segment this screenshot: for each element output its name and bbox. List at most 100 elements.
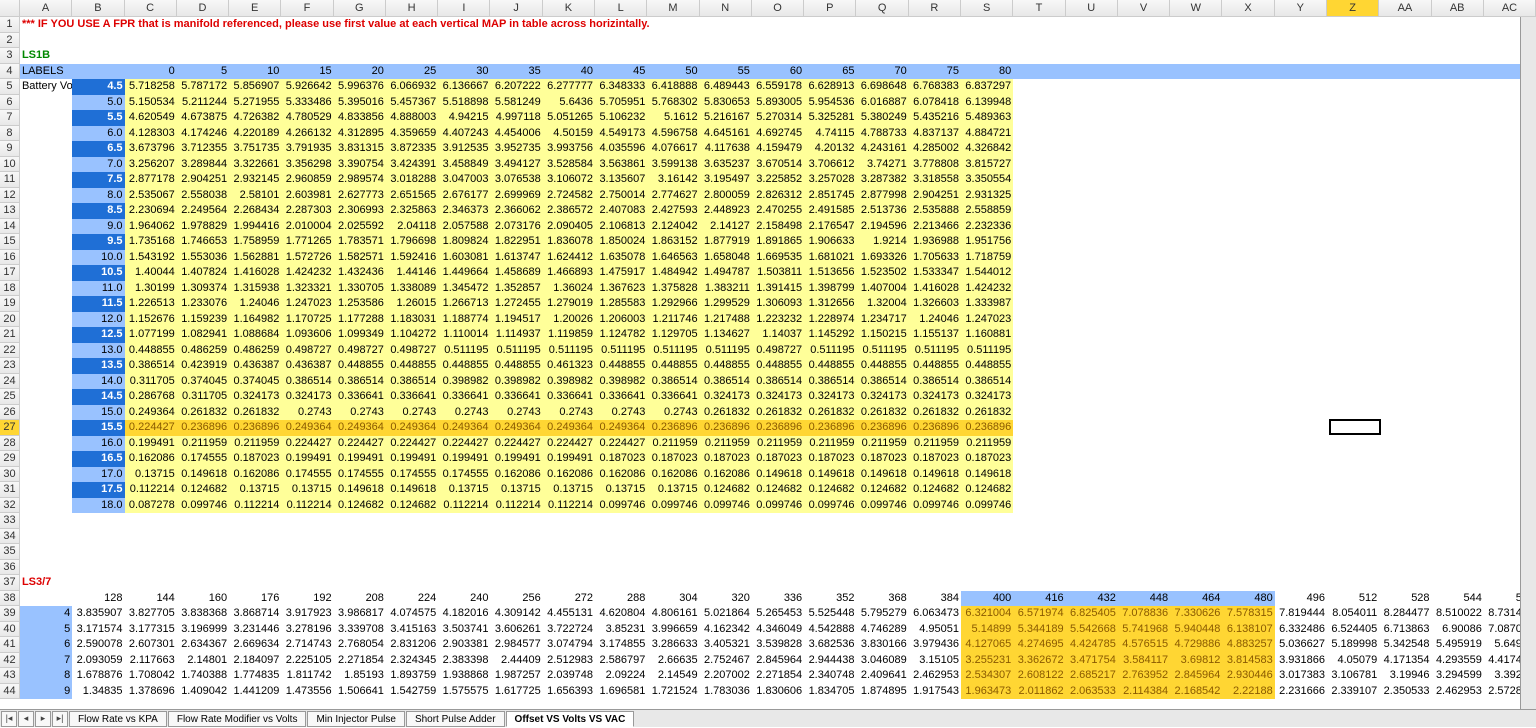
cell[interactable] xyxy=(1379,219,1431,235)
row-header[interactable]: 17 xyxy=(0,265,20,281)
data-cell[interactable]: 4.159479 xyxy=(752,141,804,157)
data-cell[interactable]: 2.586797 xyxy=(595,653,647,669)
cell[interactable] xyxy=(334,17,386,33)
cell[interactable] xyxy=(1066,312,1118,328)
row-header[interactable]: 2 xyxy=(0,33,20,49)
cell[interactable] xyxy=(1275,498,1327,514)
cell[interactable] xyxy=(1222,327,1274,343)
data-cell[interactable]: 1.693326 xyxy=(856,250,908,266)
data-cell[interactable]: 0.236896 xyxy=(856,420,908,436)
data-cell[interactable]: 3.751735 xyxy=(229,141,281,157)
data-cell[interactable]: 1.543192 xyxy=(125,250,177,266)
data-cell[interactable]: 2.14127 xyxy=(700,219,752,235)
data-cell[interactable]: 4.673875 xyxy=(177,110,229,126)
cell[interactable] xyxy=(543,17,595,33)
data-cell[interactable]: 1.306093 xyxy=(752,296,804,312)
cell[interactable] xyxy=(1275,482,1327,498)
voltage-label[interactable]: 13.5 xyxy=(72,358,124,374)
cell[interactable] xyxy=(1379,312,1431,328)
data-cell[interactable]: 0.448855 xyxy=(856,358,908,374)
cell[interactable] xyxy=(20,203,72,219)
data-cell[interactable]: 0.386514 xyxy=(334,374,386,390)
cell[interactable] xyxy=(1013,219,1065,235)
cell[interactable] xyxy=(1379,188,1431,204)
voltage-label[interactable]: 17.5 xyxy=(72,482,124,498)
data-cell[interactable]: 3.16142 xyxy=(647,172,699,188)
data-cell[interactable]: 1.170725 xyxy=(281,312,333,328)
data-cell[interactable]: 5.270314 xyxy=(752,110,804,126)
cell[interactable] xyxy=(1432,188,1484,204)
cell[interactable] xyxy=(1066,436,1118,452)
cell[interactable] xyxy=(1379,48,1431,64)
data-cell[interactable]: 0.486259 xyxy=(229,343,281,359)
data-cell[interactable]: 0.448855 xyxy=(386,358,438,374)
data-cell[interactable]: 0.211959 xyxy=(961,436,1013,452)
cell[interactable] xyxy=(1327,389,1379,405)
data-cell[interactable]: 0.249364 xyxy=(334,420,386,436)
data-cell[interactable]: 5.021864 xyxy=(700,606,752,622)
data-cell[interactable]: 2.462953 xyxy=(909,668,961,684)
cell[interactable] xyxy=(804,544,856,560)
cell[interactable] xyxy=(1118,157,1170,173)
data-cell[interactable]: 5.893005 xyxy=(752,95,804,111)
data-cell[interactable]: 1.183031 xyxy=(386,312,438,328)
data-cell[interactable]: 1.099349 xyxy=(334,327,386,343)
data-cell[interactable]: 0.112214 xyxy=(490,498,542,514)
data-cell[interactable]: 2.750014 xyxy=(595,188,647,204)
data-cell[interactable]: 4.312895 xyxy=(334,126,386,142)
data-cell[interactable]: 0.511195 xyxy=(700,343,752,359)
voltage-label[interactable]: 11.0 xyxy=(72,281,124,297)
col-header-W[interactable]: W xyxy=(1170,0,1222,16)
data-cell[interactable]: 0.398982 xyxy=(543,374,595,390)
data-cell[interactable]: 2.931325 xyxy=(961,188,1013,204)
row-header[interactable]: 12 xyxy=(0,188,20,204)
data-cell[interactable]: 0.187023 xyxy=(229,451,281,467)
data-cell[interactable]: 1.160881 xyxy=(961,327,1013,343)
cell[interactable] xyxy=(1432,312,1484,328)
cell[interactable] xyxy=(334,33,386,49)
cell[interactable] xyxy=(1275,560,1327,576)
data-cell[interactable]: 0.112214 xyxy=(125,482,177,498)
cell[interactable] xyxy=(1432,575,1484,591)
data-cell[interactable]: 1.696581 xyxy=(595,684,647,700)
cell[interactable] xyxy=(804,575,856,591)
cell[interactable] xyxy=(647,513,699,529)
data-cell[interactable]: 6.332486 xyxy=(1275,622,1327,638)
data-cell[interactable]: 1.407824 xyxy=(177,265,229,281)
data-cell[interactable]: 0.398982 xyxy=(490,374,542,390)
data-cell[interactable]: 4.833856 xyxy=(334,110,386,126)
cell[interactable] xyxy=(20,157,72,173)
data-cell[interactable]: 0.511195 xyxy=(856,343,908,359)
data-cell[interactable]: 2.462953 xyxy=(1432,684,1484,700)
cell[interactable] xyxy=(1066,343,1118,359)
cell[interactable] xyxy=(1222,64,1274,80)
data-cell[interactable]: 0.13715 xyxy=(490,482,542,498)
kpa-header[interactable]: 256 xyxy=(490,591,542,607)
cell[interactable] xyxy=(1379,250,1431,266)
voltage-label[interactable]: 7.5 xyxy=(72,172,124,188)
data-cell[interactable]: 3.225852 xyxy=(752,172,804,188)
data-cell[interactable]: 0.187023 xyxy=(752,451,804,467)
cell[interactable] xyxy=(1013,203,1065,219)
cell[interactable] xyxy=(1013,141,1065,157)
ls1b-label[interactable]: LS1B xyxy=(20,48,72,64)
data-cell[interactable]: 1.093606 xyxy=(281,327,333,343)
cell[interactable] xyxy=(961,529,1013,545)
sheet-tab[interactable]: Flow Rate vs KPA xyxy=(69,711,167,727)
cell[interactable] xyxy=(1327,513,1379,529)
data-cell[interactable]: 1.893759 xyxy=(386,668,438,684)
row-header[interactable]: 11 xyxy=(0,172,20,188)
corner-cell[interactable] xyxy=(0,0,20,16)
cell[interactable] xyxy=(1170,467,1222,483)
cell[interactable] xyxy=(804,513,856,529)
kpa-header[interactable]: 416 xyxy=(1013,591,1065,607)
voltage-label[interactable]: 17.0 xyxy=(72,467,124,483)
kpa-header[interactable]: 400 xyxy=(961,591,1013,607)
cell[interactable] xyxy=(1066,33,1118,49)
data-cell[interactable]: 2.409641 xyxy=(856,668,908,684)
cell[interactable] xyxy=(543,560,595,576)
cell[interactable] xyxy=(1170,374,1222,390)
data-cell[interactable]: 1.850024 xyxy=(595,234,647,250)
cell[interactable] xyxy=(229,48,281,64)
cell[interactable] xyxy=(1013,374,1065,390)
